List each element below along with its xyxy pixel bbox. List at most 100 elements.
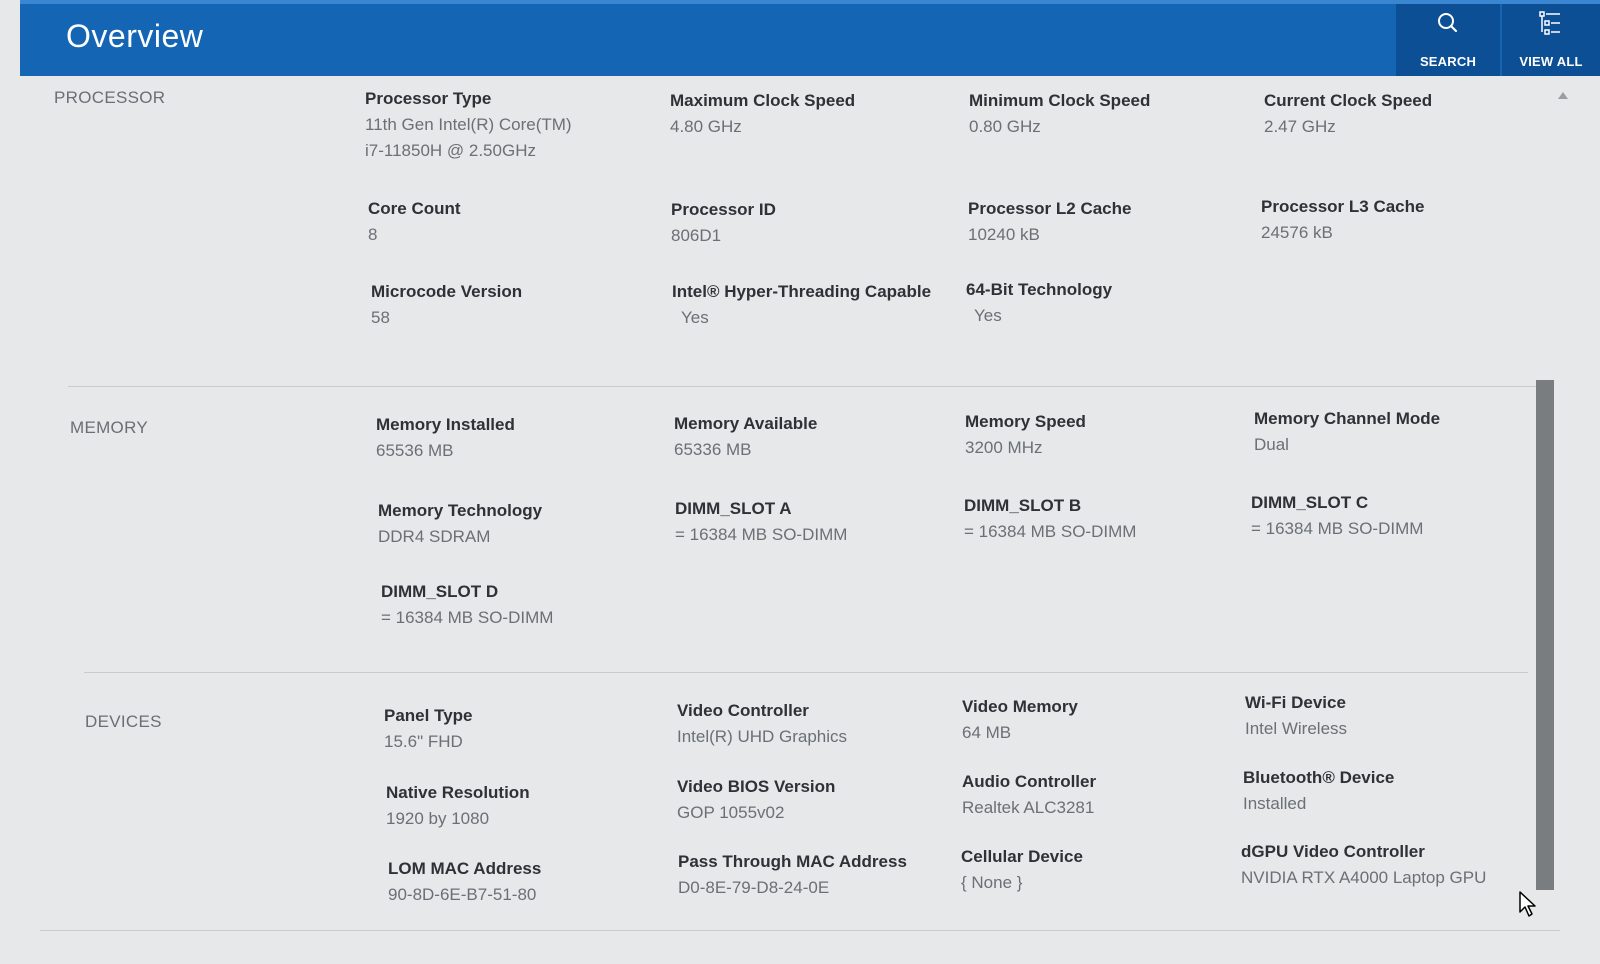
field-panel-type: Panel Type 15.6" FHD <box>384 705 674 755</box>
view-all-icon <box>1502 10 1600 38</box>
field-value: = 16384 MB SO-DIMM <box>964 522 1137 541</box>
field-hyper-threading: Intel® Hyper-Threading Capable Yes <box>672 281 962 331</box>
overview-content: PROCESSOR Processor Type 11th Gen Intel(… <box>20 76 1540 964</box>
field-value: Yes <box>974 306 1002 325</box>
field-value: 4.80 GHz <box>670 117 742 136</box>
field-min-clock-speed: Minimum Clock Speed 0.80 GHz <box>969 90 1259 140</box>
section-label-devices: DEVICES <box>85 712 162 731</box>
search-button[interactable]: SEARCH <box>1396 4 1500 76</box>
search-icon <box>1396 10 1500 38</box>
field-value: 65536 MB <box>376 441 454 460</box>
field-dimm-slot-d: DIMM_SLOT D = 16384 MB SO-DIMM <box>381 581 671 631</box>
field-wifi-device: Wi-Fi Device Intel Wireless <box>1245 692 1535 742</box>
field-key: DIMM_SLOT B <box>964 496 1082 515</box>
page-title: Overview <box>66 18 204 54</box>
field-key: Video Controller <box>677 701 809 720</box>
field-memory-installed: Memory Installed 65536 MB <box>376 414 666 464</box>
field-key: Panel Type <box>384 706 473 725</box>
section-label-processor: PROCESSOR <box>54 88 166 107</box>
field-key: Memory Installed <box>376 415 515 434</box>
field-value: NVIDIA RTX A4000 Laptop GPU <box>1241 868 1487 887</box>
field-memory-speed: Memory Speed 3200 MHz <box>965 411 1255 461</box>
field-key: Maximum Clock Speed <box>670 91 856 110</box>
view-all-button[interactable]: VIEW ALL <box>1502 4 1600 76</box>
field-video-bios-version: Video BIOS Version GOP 1055v02 <box>677 776 967 826</box>
field-l2-cache: Processor L2 Cache 10240 kB <box>968 198 1258 248</box>
field-max-clock-speed: Maximum Clock Speed 4.80 GHz <box>670 90 960 140</box>
field-value: DDR4 SDRAM <box>378 527 491 546</box>
field-cellular-device: Cellular Device { None } <box>961 846 1251 896</box>
field-value: 65336 MB <box>674 440 752 459</box>
field-value: 58 <box>371 308 390 327</box>
section-divider <box>84 672 1528 673</box>
field-key: Minimum Clock Speed <box>969 91 1151 110</box>
field-value: 10240 kB <box>968 225 1040 244</box>
field-value-line2: i7-11850H @ 2.50GHz <box>365 141 536 160</box>
field-memory-channel-mode: Memory Channel Mode Dual <box>1254 408 1544 458</box>
field-key: Memory Available <box>674 414 818 433</box>
field-key: DIMM_SLOT D <box>381 582 499 601</box>
field-audio-controller: Audio Controller Realtek ALC3281 <box>962 771 1252 821</box>
field-value: 0.80 GHz <box>969 117 1041 136</box>
field-lom-mac-address: LOM MAC Address 90-8D-6E-B7-51-80 <box>388 858 678 908</box>
field-64bit-technology: 64-Bit Technology Yes <box>966 279 1256 329</box>
field-key: Processor Type <box>365 89 492 108</box>
field-value: 15.6" FHD <box>384 732 463 751</box>
scrollbar-thumb[interactable] <box>1536 380 1554 890</box>
field-key: Pass Through MAC Address <box>678 852 907 871</box>
field-native-resolution: Native Resolution 1920 by 1080 <box>386 782 676 832</box>
field-value: = 16384 MB SO-DIMM <box>1251 519 1424 538</box>
field-value: 1920 by 1080 <box>386 809 490 828</box>
header-bar: Overview SEARCH VIEW ALL <box>20 0 1600 76</box>
field-memory-technology: Memory Technology DDR4 SDRAM <box>378 500 668 550</box>
mouse-pointer-icon <box>1518 890 1538 923</box>
field-key: Processor L2 Cache <box>968 199 1132 218</box>
field-key: Processor ID <box>671 200 776 219</box>
field-key: Bluetooth® Device <box>1243 768 1395 787</box>
field-key: Video Memory <box>962 697 1078 716</box>
field-key: Intel® Hyper-Threading Capable <box>672 282 932 301</box>
field-value: GOP 1055v02 <box>677 803 785 822</box>
field-value: Installed <box>1243 794 1307 813</box>
scroll-up-arrow-icon[interactable] <box>1558 92 1568 99</box>
field-value: 11th Gen Intel(R) Core(TM) <box>365 115 572 134</box>
field-core-count: Core Count 8 <box>368 198 658 248</box>
field-pass-through-mac-address: Pass Through MAC Address D0-8E-79-D8-24-… <box>678 851 968 901</box>
field-key: Core Count <box>368 199 461 218</box>
field-key: Memory Channel Mode <box>1254 409 1441 428</box>
field-value: Intel(R) UHD Graphics <box>677 727 848 746</box>
field-value: 3200 MHz <box>965 438 1043 457</box>
field-value: Yes <box>681 308 709 327</box>
field-processor-type: Processor Type 11th Gen Intel(R) Core(TM… <box>365 88 655 164</box>
field-bluetooth-device: Bluetooth® Device Installed <box>1243 767 1533 817</box>
field-key: 64-Bit Technology <box>966 280 1113 299</box>
field-key: Audio Controller <box>962 772 1097 791</box>
field-current-clock-speed: Current Clock Speed 2.47 GHz <box>1264 90 1554 140</box>
field-key: Cellular Device <box>961 847 1083 866</box>
field-value: 24576 kB <box>1261 223 1333 242</box>
field-key: Current Clock Speed <box>1264 91 1433 110</box>
field-key: Wi-Fi Device <box>1245 693 1346 712</box>
bottom-divider <box>40 930 1560 931</box>
field-l3-cache: Processor L3 Cache 24576 kB <box>1261 196 1551 246</box>
section-divider <box>68 386 1538 387</box>
field-key: Memory Technology <box>378 501 543 520</box>
field-key: dGPU Video Controller <box>1241 842 1425 861</box>
field-key: LOM MAC Address <box>388 859 542 878</box>
field-key: Microcode Version <box>371 282 523 301</box>
view-all-button-label: VIEW ALL <box>1519 54 1583 69</box>
field-value: Realtek ALC3281 <box>962 798 1095 817</box>
field-microcode-version: Microcode Version 58 <box>371 281 661 331</box>
field-dimm-slot-b: DIMM_SLOT B = 16384 MB SO-DIMM <box>964 495 1254 545</box>
field-processor-id: Processor ID 806D1 <box>671 199 961 249</box>
field-key: Video BIOS Version <box>677 777 836 796</box>
field-value: 806D1 <box>671 226 722 245</box>
field-value: 90-8D-6E-B7-51-80 <box>388 885 537 904</box>
field-dgpu-video-controller: dGPU Video Controller NVIDIA RTX A4000 L… <box>1241 841 1541 891</box>
field-value: { None } <box>961 873 1023 892</box>
field-video-memory: Video Memory 64 MB <box>962 696 1252 746</box>
field-dimm-slot-c: DIMM_SLOT C = 16384 MB SO-DIMM <box>1251 492 1541 542</box>
field-dimm-slot-a: DIMM_SLOT A = 16384 MB SO-DIMM <box>675 498 965 548</box>
field-key: Memory Speed <box>965 412 1086 431</box>
section-label-memory: MEMORY <box>70 418 148 437</box>
